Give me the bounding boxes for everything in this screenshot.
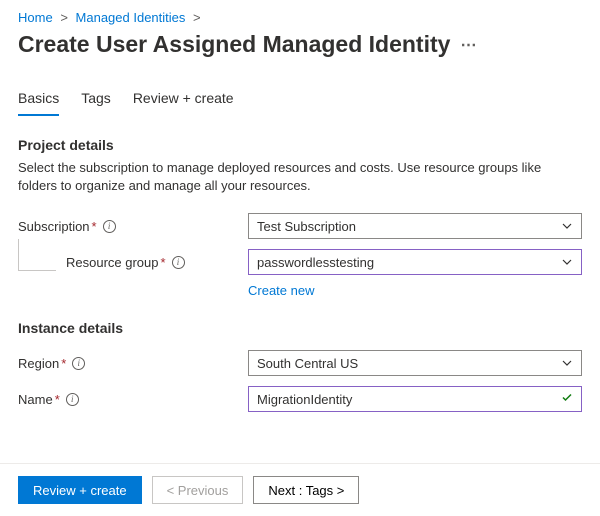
chevron-right-icon: > [60, 10, 68, 25]
required-icon: * [161, 255, 166, 270]
instance-details-heading: Instance details [18, 320, 582, 336]
chevron-down-icon [561, 357, 573, 369]
subscription-label: Subscription * i [18, 219, 248, 234]
chevron-down-icon [561, 256, 573, 268]
region-select[interactable]: South Central US [248, 350, 582, 376]
more-actions-icon[interactable]: ⋯ [460, 35, 476, 55]
footer: Review + create < Previous Next : Tags > [0, 463, 600, 516]
create-new-resource-group-link[interactable]: Create new [248, 283, 582, 298]
info-icon[interactable]: i [72, 357, 85, 370]
project-details-heading: Project details [18, 137, 582, 153]
resource-group-select[interactable]: passwordlesstesting [248, 249, 582, 275]
previous-button: < Previous [152, 476, 244, 504]
breadcrumb-home[interactable]: Home [18, 10, 53, 25]
name-label: Name * i [18, 392, 248, 407]
required-icon: * [92, 219, 97, 234]
subscription-select[interactable]: Test Subscription [248, 213, 582, 239]
check-icon [561, 392, 573, 407]
breadcrumb-managed-identities[interactable]: Managed Identities [76, 10, 186, 25]
review-create-button[interactable]: Review + create [18, 476, 142, 504]
required-icon: * [61, 356, 66, 371]
required-icon: * [55, 392, 60, 407]
tab-basics[interactable]: Basics [18, 86, 59, 116]
tab-review-create[interactable]: Review + create [133, 86, 234, 116]
tabs: Basics Tags Review + create [18, 86, 582, 117]
resource-group-connector [18, 239, 56, 271]
name-input[interactable]: MigrationIdentity [248, 386, 582, 412]
region-label: Region * i [18, 356, 248, 371]
chevron-right-icon: > [193, 10, 201, 25]
info-icon[interactable]: i [66, 393, 79, 406]
tab-tags[interactable]: Tags [81, 86, 111, 116]
project-details-description: Select the subscription to manage deploy… [18, 159, 578, 195]
chevron-down-icon [561, 220, 573, 232]
info-icon[interactable]: i [103, 220, 116, 233]
next-button[interactable]: Next : Tags > [253, 476, 359, 504]
page-title: Create User Assigned Managed Identity ⋯ [18, 31, 582, 58]
info-icon[interactable]: i [172, 256, 185, 269]
breadcrumb: Home > Managed Identities > [18, 10, 582, 25]
